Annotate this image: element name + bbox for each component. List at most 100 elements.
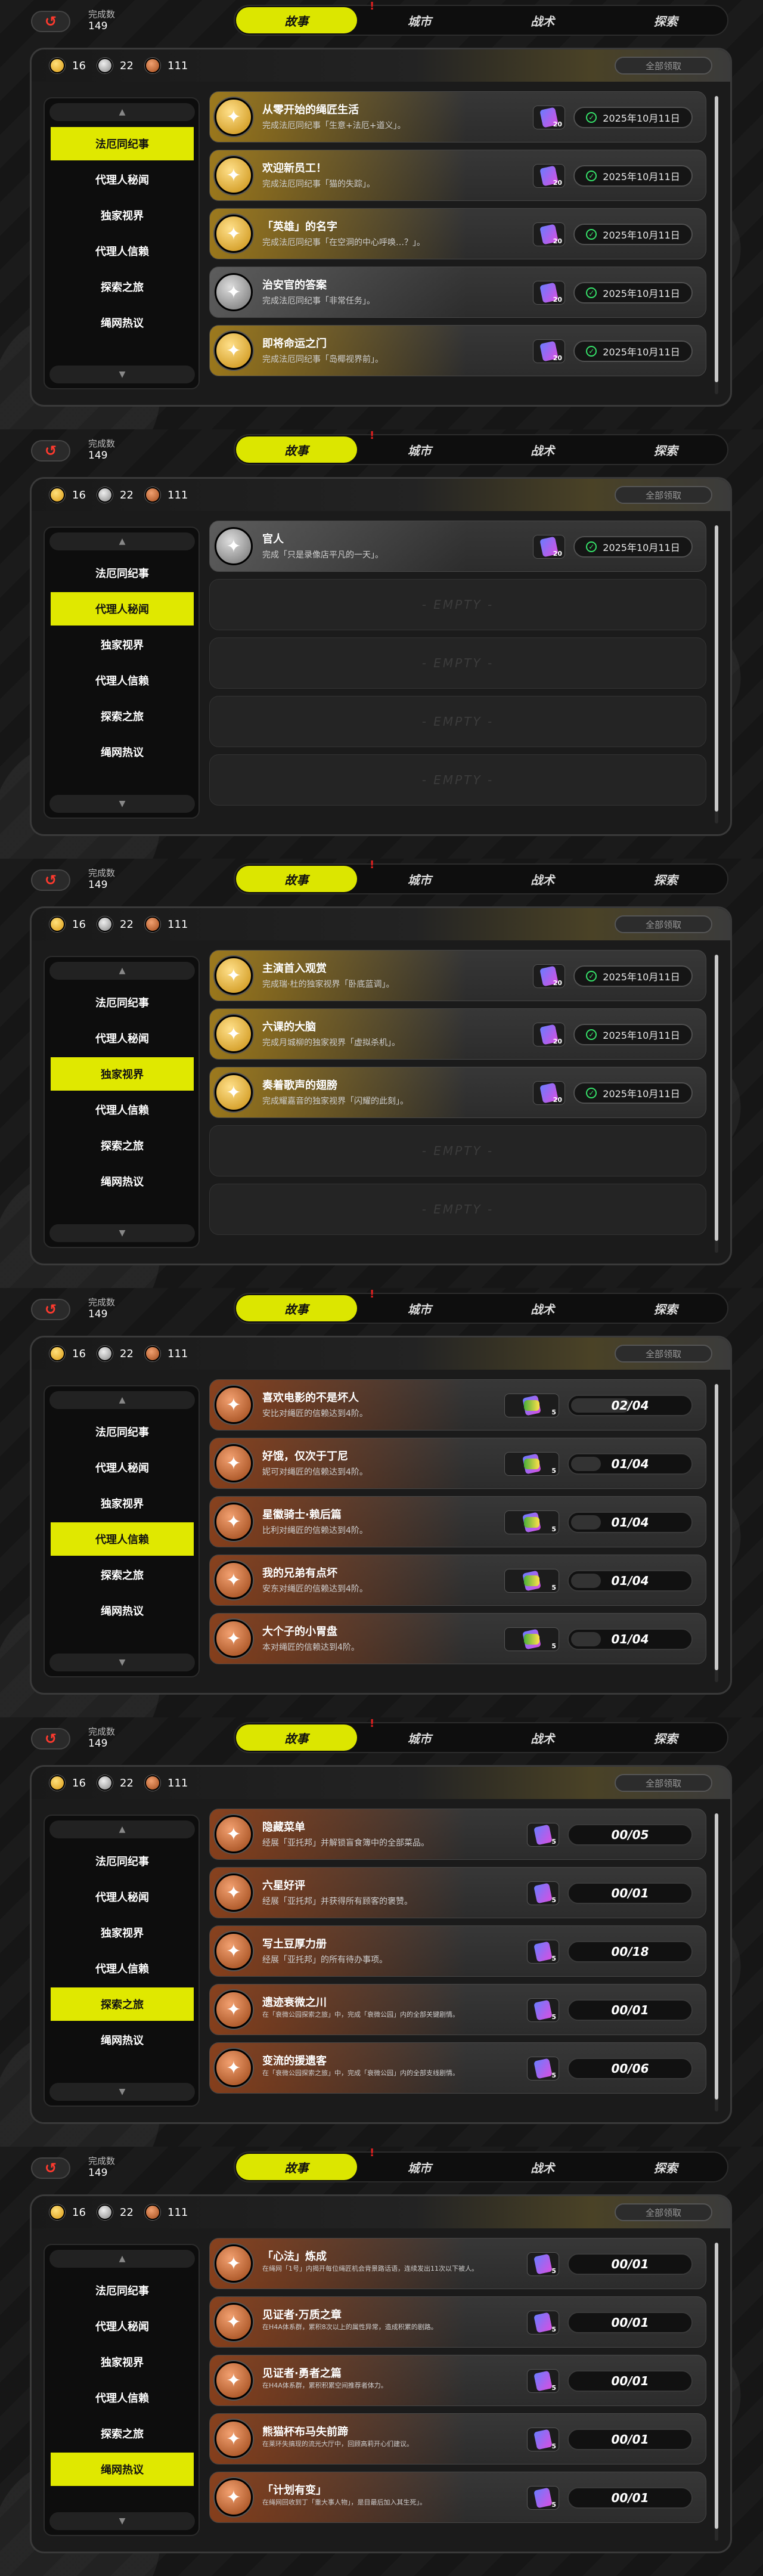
category-item[interactable]: 法厄同纪事 [51,556,194,590]
category-item[interactable]: 法厄同纪事 [51,2274,194,2307]
achievement-row[interactable]: ✦ 变流的援遗客 在「衰微公园探索之旅」中，完成「衰微公园」内的全部支线剧情。 5 00… [209,2042,706,2094]
reward-item[interactable]: 5 [504,1452,559,1476]
tab-tactics[interactable]: 战术 [482,2154,603,2180]
sidebar-scroll-down[interactable]: ▼ [49,795,195,813]
achievement-row[interactable]: ✦ 「计划有变」 在绳网回收到丁「重大事人物」，是目最后加入其生死」。 5 00/01 [209,2472,706,2523]
reward-item[interactable]: 20 [533,222,565,246]
reward-item[interactable]: 5 [504,1627,559,1651]
achievement-row[interactable]: ✦ 六课的大脑 完成月城柳的独家视界「虚拟杀机」。 20 ✓ 2025年10月11日 [209,1008,706,1060]
category-item[interactable]: 代理人信赖 [51,1952,194,1985]
category-item[interactable]: 代理人秘闻 [51,592,194,626]
category-item[interactable]: 代理人秘闻 [51,2309,194,2343]
achievement-row[interactable]: ✦ 治安官的答案 完成法厄同纪事「非常任务」。 20 ✓ 2025年10月11日 [209,267,706,318]
back-button[interactable]: ↺ [31,1728,70,1750]
achievement-row[interactable]: ✦ 见证者·万质之章 在H4A体系群，累积8次以上的属性异常，造成积累的剧路。 5 00… [209,2296,706,2348]
category-item[interactable]: 代理人秘闻 [51,163,194,196]
category-item[interactable]: 探索之旅 [51,1558,194,1592]
category-item[interactable]: 独家视界 [51,199,194,232]
reward-item[interactable]: 5 [527,1881,559,1905]
achievement-row[interactable]: ✦ 遗迹衰微之川 在「衰微公园探索之旅」中，完成「衰微公园」内的全部关键剧情。 5 00… [209,1984,706,2035]
list-scrollbar[interactable] [715,1813,718,2111]
achievement-row[interactable]: ✦ 大个子的小胃盘 本对绳匠的信赖达到4阶。 5 01/04 [209,1613,706,1664]
category-item[interactable]: 独家视界 [51,1057,194,1091]
tab-explore[interactable]: 探索 [606,1724,727,1751]
scrollbar-thumb[interactable] [715,525,718,812]
reward-item[interactable]: 20 [533,281,565,305]
category-item[interactable]: 绳网热议 [51,2453,194,2486]
category-item[interactable]: 探索之旅 [51,699,194,733]
category-item[interactable]: 绳网热议 [51,735,194,769]
sidebar-scroll-down[interactable]: ▼ [49,1224,195,1242]
category-item[interactable]: 代理人信赖 [51,234,194,268]
category-item[interactable]: 代理人信赖 [51,664,194,697]
achievement-row[interactable]: ✦ 即将命运之门 完成法厄同纪事「岛椰视界前」。 20 ✓ 2025年10月11日 [209,325,706,376]
achievement-row[interactable]: ✦ 隐藏菜单 经展「亚托邦」并解锁盲食簿中的全部菜品。 5 00/05 [209,1809,706,1860]
category-item[interactable]: 独家视界 [51,1916,194,1949]
reward-item[interactable]: 5 [527,1940,559,1964]
achievement-row[interactable]: ✦ 「心法」炼成 在绳网「1号」内揭开每位绳匠机会背景路话语，连续发出11次以下被人… [209,2238,706,2289]
category-item[interactable]: 法厄同纪事 [51,1415,194,1448]
tab-tactics[interactable]: 战术 [482,7,603,33]
sidebar-scroll-up[interactable]: ▲ [49,103,195,121]
category-item[interactable]: 绳网热议 [51,1165,194,1198]
tab-story[interactable]: 故事 [236,866,357,892]
category-item[interactable]: 法厄同纪事 [51,986,194,1019]
reward-item[interactable]: 5 [527,2369,559,2393]
achievement-row[interactable]: ✦ 喜欢电影的不是坏人 安比对绳匠的信赖达到4阶。 5 02/04 [209,1379,706,1431]
back-button[interactable]: ↺ [31,869,70,891]
category-item[interactable]: 代理人信赖 [51,2381,194,2414]
reward-item[interactable]: 5 [527,2252,559,2276]
scrollbar-thumb[interactable] [715,2243,718,2529]
achievement-row[interactable]: ✦ 六星好评 经展「亚托邦」并获得所有顾客的褒赞。 5 00/01 [209,1867,706,1918]
reward-item[interactable]: 20 [533,535,565,559]
claim-all-button[interactable]: 全部领取 [615,1774,712,1792]
sidebar-scroll-up[interactable]: ▲ [49,1820,195,1838]
category-item[interactable]: 法厄同纪事 [51,127,194,160]
tab-story[interactable]: 故事 [236,1295,357,1321]
category-item[interactable]: 探索之旅 [51,2417,194,2450]
tab-explore[interactable]: 探索 [606,1295,727,1321]
tab-explore[interactable]: 探索 [606,436,727,463]
achievement-row[interactable]: ✦ 见证者·勇者之篇 在H4A体系群，累积积累空间推荐者体力。 5 00/01 [209,2355,706,2406]
achievement-row[interactable]: ✦ 好饿，仅次于丁尼 妮可对绳匠的信赖达到4阶。 5 01/04 [209,1438,706,1489]
list-scrollbar[interactable] [715,1384,718,1682]
category-item[interactable]: 独家视界 [51,628,194,661]
tab-story[interactable]: 故事 [236,1724,357,1751]
claim-all-button[interactable]: 全部领取 [615,2203,712,2221]
claim-all-button[interactable]: 全部领取 [615,1345,712,1363]
list-scrollbar[interactable] [715,2243,718,2541]
scrollbar-thumb[interactable] [715,96,718,382]
reward-item[interactable]: 5 [527,2057,559,2080]
tab-explore[interactable]: 探索 [606,7,727,33]
sidebar-scroll-up[interactable]: ▲ [49,962,195,980]
category-item[interactable]: 代理人秘闻 [51,1451,194,1484]
scrollbar-thumb[interactable] [715,1384,718,1670]
back-button[interactable]: ↺ [31,440,70,462]
category-item[interactable]: 绳网热议 [51,2023,194,2057]
category-item[interactable]: 独家视界 [51,1487,194,1520]
reward-item[interactable]: 20 [533,339,565,363]
tab-tactics[interactable]: 战术 [482,1295,603,1321]
achievement-row[interactable]: ✦ 「英雄」的名字 完成法厄同纪事「在空洞的中心呼唤…？」。 20 ✓ 2025年10月1… [209,208,706,259]
category-item[interactable]: 法厄同纪事 [51,1844,194,1878]
sidebar-scroll-up[interactable]: ▲ [49,532,195,550]
category-item[interactable]: 探索之旅 [51,270,194,304]
tab-explore[interactable]: 探索 [606,866,727,892]
achievement-row[interactable]: ✦ 官人 完成「只是录像店平凡的一天」。 20 ✓ 2025年10月11日 [209,521,706,572]
category-item[interactable]: 绳网热议 [51,306,194,339]
reward-item[interactable]: 20 [533,164,565,188]
sidebar-scroll-up[interactable]: ▲ [49,2250,195,2268]
sidebar-scroll-down[interactable]: ▼ [49,366,195,383]
sidebar-scroll-down[interactable]: ▼ [49,1654,195,1671]
list-scrollbar[interactable] [715,955,718,1253]
category-item[interactable]: 绳网热议 [51,1594,194,1627]
tab-story[interactable]: 故事 [236,2154,357,2180]
reward-item[interactable]: 5 [527,2486,559,2510]
list-scrollbar[interactable] [715,96,718,394]
achievement-row[interactable]: ✦ 主演首入观赏 完成瑞·杜的独家视界「卧底蓝调」。 20 ✓ 2025年10月11日 [209,950,706,1001]
reward-item[interactable]: 20 [533,1023,565,1046]
reward-item[interactable]: 5 [504,1510,559,1534]
sidebar-scroll-down[interactable]: ▼ [49,2512,195,2530]
tab-tactics[interactable]: 战术 [482,436,603,463]
achievement-row[interactable]: ✦ 从零开始的绳匠生活 完成法厄同纪事「生意+法厄+道义」。 20 ✓ 2025年10月1… [209,91,706,143]
